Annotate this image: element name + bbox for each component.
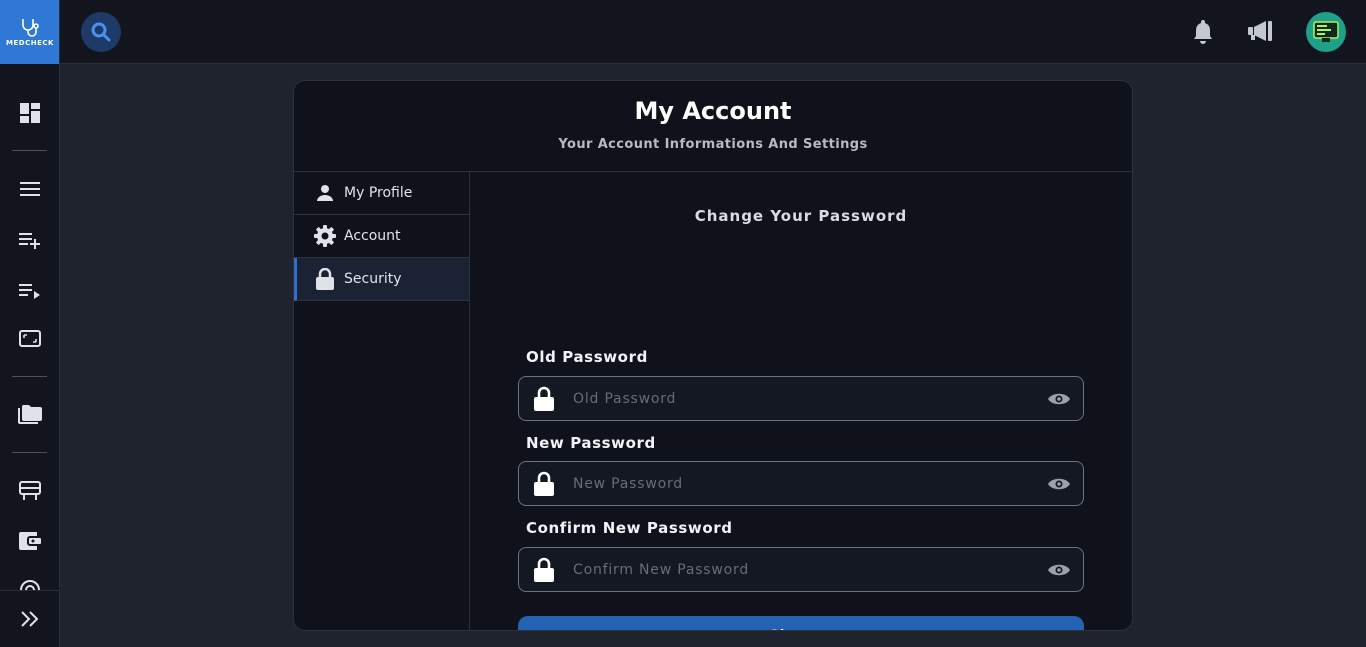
eye-icon[interactable] [1035,391,1083,407]
screen-nav[interactable] [0,329,59,349]
list-nav[interactable] [0,180,59,198]
tab-my-profile[interactable]: My Profile [294,172,469,215]
sidebar-divider [12,452,47,453]
sidebar-expand-button[interactable] [0,590,59,647]
desk-nav[interactable] [0,480,59,502]
search-icon [91,22,111,42]
page-title: My Account [634,97,792,125]
sidebar-divider [12,376,47,377]
new-password-field [518,461,1084,506]
add-list-nav[interactable] [0,230,59,250]
confirm-password-input[interactable] [569,561,1035,578]
dashboard-nav[interactable] [0,102,59,124]
lock-icon [519,471,569,497]
old-password-input[interactable] [569,390,1035,407]
dashboard-icon [19,103,40,123]
old-password-label: Old Password [526,348,648,366]
bell-icon [1194,20,1212,44]
eye-icon[interactable] [1035,476,1083,492]
double-chevron-right-icon [20,611,38,627]
sidebar: MEDCHECK [0,0,60,647]
announcements-button[interactable] [1247,18,1275,44]
card-header: My Account Your Account Informations And… [294,81,1132,172]
page-subtitle: Your Account Informations And Settings [558,137,868,152]
tab-label: My Profile [344,185,413,201]
account-card: My Account Your Account Informations And… [293,80,1133,631]
wallet-icon [18,532,41,550]
desk-icon [18,481,41,500]
change-password-button[interactable]: Change [518,616,1084,630]
megaphone-icon [1248,21,1272,41]
eye-icon[interactable] [1035,562,1083,578]
app-logo[interactable]: MEDCHECK [0,0,59,64]
play-list-nav[interactable] [0,281,59,301]
tab-account[interactable]: Account [294,215,469,258]
password-form: Change Your Password Old Password New Pa… [470,172,1132,630]
confirm-password-field [518,547,1084,592]
monitor-icon [18,330,41,347]
folders-nav[interactable] [0,403,59,425]
avatar-image-icon [1313,21,1339,42]
playlist-play-icon [18,284,40,299]
settings-tabs: My Profile Account Security [294,172,470,630]
user-avatar[interactable] [1306,12,1346,52]
tab-label: Security [344,271,402,287]
wallet-nav[interactable] [0,530,59,552]
folders-icon [17,405,42,424]
old-password-field [518,376,1084,421]
menu-list-icon [19,182,40,196]
form-title: Change Your Password [694,207,908,225]
new-password-input[interactable] [569,475,1035,492]
tab-security[interactable]: Security [294,258,469,301]
lock-icon [314,268,336,290]
lock-icon [519,386,569,412]
new-password-label: New Password [526,434,656,452]
gear-icon [314,225,336,247]
logo-text: MEDCHECK [6,39,54,47]
tab-label: Account [344,228,401,244]
notifications-button[interactable] [1192,18,1214,44]
search-button[interactable] [81,12,121,52]
playlist-add-icon [18,233,40,249]
stethoscope-icon [22,19,39,37]
sidebar-divider [12,150,47,151]
lock-icon [519,557,569,583]
confirm-password-label: Confirm New Password [526,519,733,537]
person-icon [314,184,336,202]
topbar [60,0,1366,64]
